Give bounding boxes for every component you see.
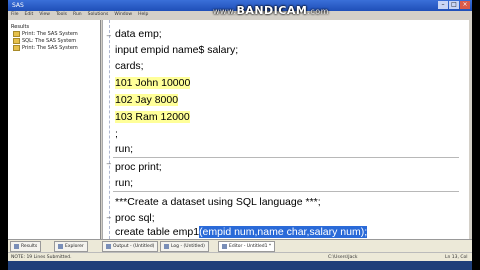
results-root-label: Results	[11, 24, 30, 30]
tab-label: Log - (Untitled)	[171, 244, 205, 249]
code-line[interactable]: data emp;	[115, 28, 162, 40]
window-tabs: Results Explorer Output - (Untitled) Log…	[8, 239, 472, 252]
folder-icon	[13, 44, 20, 51]
results-pane: Results Print: The SAS System SQL: The S…	[8, 20, 101, 239]
tab-label: Explorer	[65, 244, 84, 249]
menu-window[interactable]: Window	[114, 11, 132, 19]
menu-tools[interactable]: Tools	[56, 11, 67, 19]
program-editor[interactable]: − data emp; input empid name$ salary; ca…	[102, 20, 469, 239]
tab-label: Editor - Untitled1 *	[229, 244, 272, 249]
results-item-label: SQL: The SAS System	[22, 37, 77, 44]
code-line[interactable]: run;	[115, 177, 133, 189]
menu-solutions[interactable]: Solutions	[88, 11, 109, 19]
results-item-label: Print: The SAS System	[22, 30, 78, 37]
folder-icon	[13, 37, 20, 44]
explorer-icon	[58, 244, 63, 249]
watermark-brand: BANDICAM	[236, 4, 308, 17]
step-separator	[113, 157, 459, 158]
folder-icon	[13, 30, 20, 37]
code-line[interactable]: create table emp1	[115, 226, 199, 238]
tab-explorer[interactable]: Explorer	[54, 241, 88, 252]
window-title: SAS	[12, 2, 24, 9]
data-line[interactable]: 103 Ram 12000	[115, 111, 190, 123]
maximize-button[interactable]: □	[449, 1, 459, 9]
minimize-button[interactable]: –	[438, 1, 448, 9]
results-item-label: Print: The SAS System	[22, 44, 78, 51]
step-separator	[113, 191, 459, 192]
selected-text[interactable]: (empid num,name char,salary num);	[199, 226, 368, 238]
data-line[interactable]: 102 Jay 8000	[115, 94, 179, 106]
results-item[interactable]: SQL: The SAS System	[8, 37, 100, 44]
tab-output[interactable]: Output - (Untitled)	[102, 241, 159, 252]
menu-run[interactable]: Run	[73, 11, 82, 19]
code-line[interactable]: run;	[115, 143, 133, 155]
comment-line[interactable]: ***Create a dataset using SQL language *…	[115, 196, 321, 208]
menu-edit[interactable]: Edit	[25, 11, 34, 19]
menu-view[interactable]: View	[39, 11, 50, 19]
window-controls: – □ ×	[438, 1, 470, 9]
collapse-marker-icon[interactable]: −	[106, 160, 112, 168]
menu-file[interactable]: File	[11, 11, 19, 19]
menu-help[interactable]: Help	[138, 11, 148, 19]
close-button[interactable]: ×	[460, 1, 470, 9]
tab-label: Output - (Untitled)	[113, 244, 155, 249]
tab-log[interactable]: Log - (Untitled)	[160, 241, 209, 252]
code-line[interactable]: proc sql;	[115, 212, 155, 224]
output-icon	[106, 244, 111, 249]
watermark-prefix: www.	[213, 7, 237, 16]
tab-results[interactable]: Results	[10, 241, 42, 252]
code-line[interactable]: ;	[115, 128, 118, 140]
code-line[interactable]: cards;	[115, 60, 144, 72]
results-icon	[14, 244, 19, 249]
code-line[interactable]: proc print;	[115, 161, 162, 173]
code-line[interactable]: input empid name$ salary;	[115, 44, 238, 56]
editor-gutter	[109, 20, 110, 239]
os-taskbar	[8, 261, 472, 270]
results-item[interactable]: Print: The SAS System	[8, 44, 100, 51]
editor-icon	[222, 244, 227, 249]
log-icon	[164, 244, 169, 249]
recorder-watermark: www.BANDICAM.com	[213, 4, 329, 17]
data-line[interactable]: 101 John 10000	[115, 77, 191, 89]
tab-editor[interactable]: Editor - Untitled1 *	[218, 241, 276, 252]
results-root[interactable]: Results	[8, 20, 100, 30]
collapse-marker-icon[interactable]: −	[106, 32, 112, 40]
collapse-marker-icon[interactable]: −	[106, 214, 112, 222]
tab-label: Results	[21, 244, 38, 249]
watermark-suffix: .com	[307, 7, 329, 16]
sas-window: SAS – □ × File Edit View Tools Run Solut…	[8, 0, 472, 270]
results-item[interactable]: Print: The SAS System	[8, 30, 100, 37]
